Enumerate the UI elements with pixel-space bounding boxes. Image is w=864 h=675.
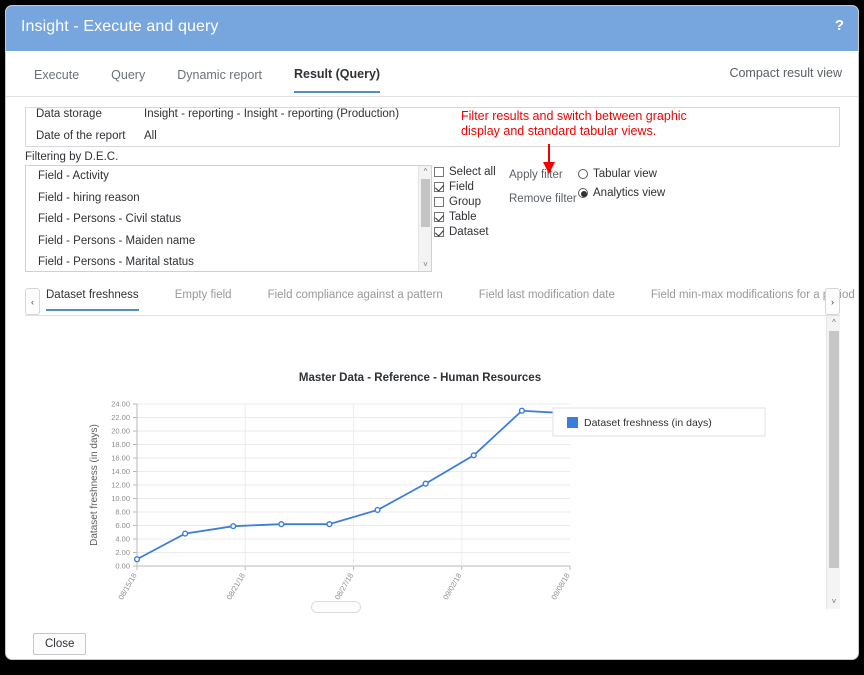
- chart-panel: Master Data - Reference - Human Resource…: [25, 316, 840, 609]
- svg-text:08/15/18: 08/15/18: [116, 572, 138, 602]
- svg-text:6.00: 6.00: [115, 521, 130, 530]
- radio-label: Analytics view: [593, 187, 666, 199]
- svg-text:12.00: 12.00: [111, 481, 130, 490]
- checkbox-label: Dataset: [449, 225, 489, 238]
- chevron-up-icon[interactable]: ^: [419, 166, 431, 178]
- svg-text:Dataset freshness (in days): Dataset freshness (in days): [584, 417, 712, 429]
- data-storage-value: Insight - reporting - Insight - reportin…: [144, 108, 400, 120]
- checkbox-checked-icon[interactable]: [434, 181, 444, 192]
- svg-text:09/02/18: 09/02/18: [441, 572, 463, 602]
- scrollbar-thumb[interactable]: [829, 331, 839, 568]
- svg-text:24.00: 24.00: [111, 400, 130, 409]
- indicator-tab-dataset-freshness[interactable]: Dataset freshness: [46, 289, 139, 311]
- data-storage-label: Data storage: [36, 108, 102, 120]
- svg-text:16.00: 16.00: [111, 454, 130, 463]
- checkbox-checked-icon[interactable]: [434, 226, 444, 237]
- annotation-filter-text: Filter results and switch between graphi…: [461, 109, 687, 138]
- checkbox-label: Field: [449, 180, 474, 193]
- main-tabbar: Execute Query Dynamic report Result (Que…: [6, 51, 858, 97]
- svg-text:22.00: 22.00: [111, 413, 130, 422]
- indicator-tab-field-last-modification[interactable]: Field last modification date: [479, 289, 615, 309]
- checkbox-group[interactable]: Group: [434, 195, 520, 209]
- list-item[interactable]: Field - Persons - Maiden name: [26, 231, 431, 253]
- svg-text:10.00: 10.00: [111, 494, 130, 503]
- list-item[interactable]: Field - Persons - Civil status: [26, 209, 431, 231]
- scrollbar-thumb[interactable]: [421, 179, 430, 227]
- help-icon[interactable]: ?: [835, 17, 844, 34]
- svg-text:0.00: 0.00: [115, 562, 130, 571]
- radio-analytics-view[interactable]: Analytics view: [578, 185, 665, 201]
- indicator-tabbar: ‹ Dataset freshness Empty field Field co…: [25, 288, 858, 316]
- application-window: Insight - Execute and query ? Execute Qu…: [5, 5, 859, 660]
- checkbox-select-all[interactable]: Select all: [434, 165, 520, 179]
- remove-filter-button[interactable]: Remove filter: [509, 193, 581, 205]
- view-mode-radio-group: Tabular view Analytics view: [578, 166, 665, 204]
- checkbox-table[interactable]: Table: [434, 210, 520, 224]
- checkbox-label: Group: [449, 195, 481, 208]
- tab-result-query[interactable]: Result (Query): [293, 67, 381, 93]
- chart-horizontal-scrollbar-thumb[interactable]: [311, 601, 361, 613]
- list-item[interactable]: Field - Activity: [26, 166, 431, 188]
- listbox-scrollbar[interactable]: ^ ˅: [418, 166, 431, 271]
- dec-filter-listbox[interactable]: Field - Activity Field - hiring reason F…: [25, 165, 432, 272]
- compact-result-view-link[interactable]: Compact result view: [729, 66, 842, 80]
- chevron-up-icon[interactable]: ^: [827, 316, 840, 330]
- svg-text:18.00: 18.00: [111, 440, 130, 449]
- svg-text:2.00: 2.00: [115, 548, 130, 557]
- radio-tabular-view[interactable]: Tabular view: [578, 166, 665, 182]
- checkbox-field[interactable]: Field: [434, 180, 520, 194]
- indicator-tab-empty-field[interactable]: Empty field: [175, 289, 232, 309]
- date-of-report-label: Date of the report: [36, 130, 126, 142]
- chevron-left-icon[interactable]: ‹: [25, 288, 40, 315]
- list-item[interactable]: Field - Persons - Marital status: [26, 252, 431, 271]
- close-button[interactable]: Close: [33, 633, 87, 655]
- tab-query[interactable]: Query: [111, 68, 145, 92]
- indicator-tabs: Dataset freshness Empty field Field comp…: [46, 289, 858, 316]
- svg-text:4.00: 4.00: [115, 535, 130, 544]
- screenshot-root: Insight - Execute and query ? Execute Qu…: [0, 0, 864, 675]
- filtering-section-label: Filtering by D.E.C.: [25, 151, 119, 163]
- chevron-down-icon[interactable]: ˅: [419, 259, 431, 271]
- checkbox-label: Select all: [449, 165, 496, 178]
- svg-text:8.00: 8.00: [115, 508, 130, 517]
- date-of-report-value: All: [144, 130, 157, 142]
- radio-circle-icon[interactable]: [578, 169, 588, 179]
- indicator-tab-field-compliance[interactable]: Field compliance against a pattern: [268, 289, 443, 309]
- svg-text:09/08/18: 09/08/18: [549, 572, 571, 602]
- svg-text:20.00: 20.00: [111, 427, 130, 436]
- window-title: Insight - Execute and query: [21, 18, 219, 35]
- report-info-box: Data storage Insight - reporting - Insig…: [25, 107, 840, 147]
- radio-label: Tabular view: [593, 168, 657, 180]
- line-chart: 0.00 2.00 4.00 6.00 8.00 10.00 12.00 14.00 16.00…: [89, 400, 766, 602]
- checkbox-dataset[interactable]: Dataset: [434, 225, 520, 239]
- window-titlebar: Insight - Execute and query ?: [6, 6, 858, 51]
- chart-panel-scrollbar[interactable]: ^ ˅: [826, 316, 840, 609]
- tab-execute[interactable]: Execute: [34, 68, 79, 92]
- checkbox-checked-icon[interactable]: [434, 211, 444, 222]
- checkbox-box-icon[interactable]: [434, 166, 444, 177]
- checkbox-box-icon[interactable]: [434, 196, 444, 207]
- checkbox-label: Table: [449, 210, 477, 223]
- tab-dynamic-report[interactable]: Dynamic report: [177, 68, 262, 92]
- main-tabs: Execute Query Dynamic report Result (Que…: [34, 51, 412, 97]
- svg-text:08/27/18: 08/27/18: [333, 572, 355, 602]
- filter-actions: Apply filter Remove filter: [509, 169, 581, 217]
- chart-title: Master Data - Reference - Human Resource…: [298, 372, 542, 384]
- svg-text:08/21/18: 08/21/18: [225, 572, 247, 602]
- svg-text:14.00: 14.00: [111, 467, 130, 476]
- radio-selected-icon[interactable]: [578, 188, 588, 198]
- chevron-right-icon[interactable]: ›: [825, 288, 840, 315]
- list-item[interactable]: Field - hiring reason: [26, 188, 431, 210]
- filter-checkbox-group: Select all Field Group Table Dataset: [434, 165, 520, 240]
- chevron-down-icon[interactable]: ˅: [827, 595, 840, 609]
- svg-text:Dataset freshness (in days): Dataset freshness (in days): [89, 424, 100, 546]
- annotation-arrow-filter-icon: [543, 144, 555, 174]
